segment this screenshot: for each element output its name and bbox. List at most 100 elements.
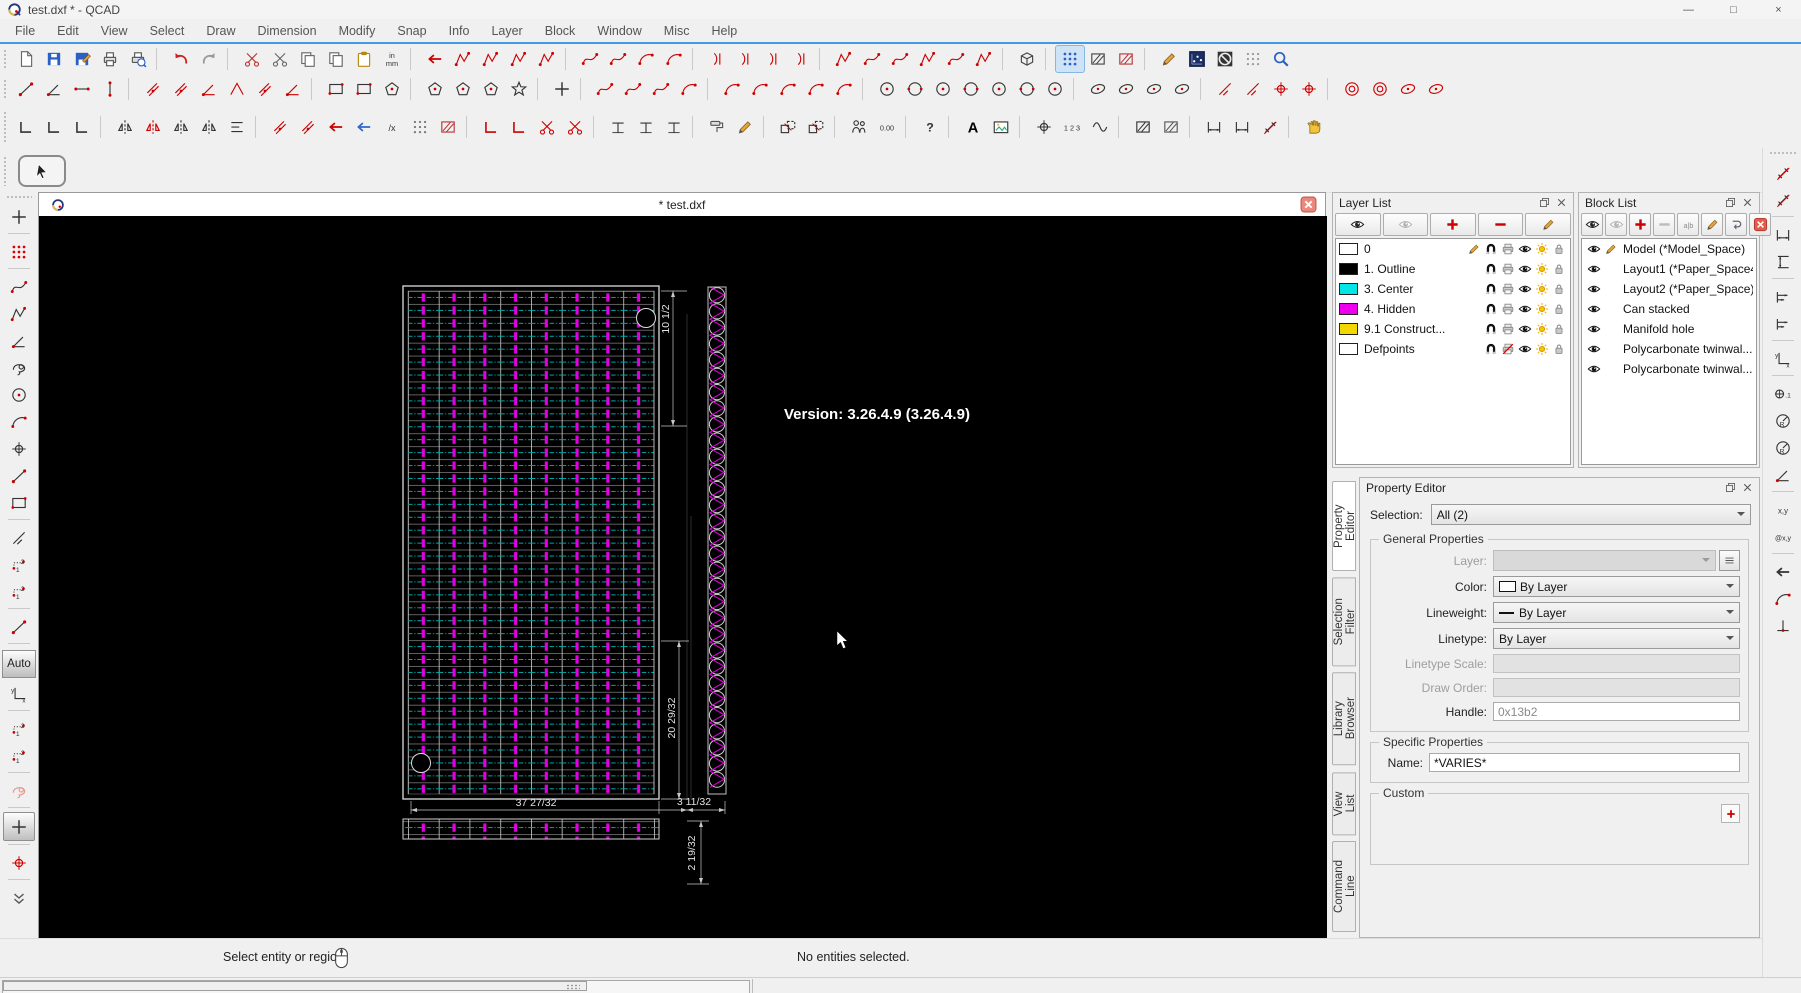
line-horizontal[interactable] [68, 76, 96, 102]
side-tab-command-line[interactable]: Command Line [1332, 841, 1356, 932]
remove-block[interactable] [1653, 213, 1675, 236]
polygon-side[interactable] [477, 76, 505, 102]
layer-row[interactable]: 0 [1336, 239, 1570, 259]
arc-tangent[interactable] [802, 76, 830, 102]
layer-lock-icon[interactable] [1550, 241, 1567, 257]
layer-on-off-sun-icon[interactable] [1533, 301, 1550, 317]
line-bisector[interactable] [195, 76, 223, 102]
layer-print-icon[interactable] [1499, 301, 1516, 317]
reverse-direction[interactable] [322, 114, 350, 140]
break-out-manual[interactable] [632, 114, 660, 140]
rename-block[interactable]: a|b [1677, 213, 1699, 236]
float-panel-icon[interactable] [1724, 481, 1738, 495]
circle-center-radius[interactable] [901, 76, 929, 102]
snap-auto-intersection[interactable] [4, 354, 34, 381]
cut[interactable] [238, 46, 266, 72]
ellipse-ring-arc[interactable] [1422, 76, 1450, 102]
circle-2-point-radius[interactable] [985, 76, 1013, 102]
linetype-combo[interactable]: By Layer [1493, 628, 1740, 649]
menu-file[interactable]: File [4, 21, 46, 41]
toolbar-drag-handle[interactable] [3, 79, 8, 100]
layer-on-off-sun-icon[interactable] [1533, 281, 1550, 297]
ring-center[interactable] [1366, 76, 1394, 102]
toolbar-drag-handle[interactable] [3, 49, 8, 70]
copy-with-reference[interactable] [322, 46, 350, 72]
property-editor-title-bar[interactable]: Property Editor [1360, 478, 1759, 497]
side-tab-view-list[interactable]: View List [1332, 772, 1356, 835]
toolbar-drag-handle[interactable] [3, 111, 8, 143]
curve-interpolation[interactable] [675, 76, 703, 102]
measure-area[interactable] [1256, 114, 1284, 140]
spline-insert-point[interactable] [942, 46, 970, 72]
polyline-delete-segments[interactable] [533, 46, 561, 72]
block-visibility-icon[interactable] [1585, 301, 1602, 317]
color-combo[interactable]: By Layer [1493, 576, 1740, 597]
dim-diametric[interactable]: R [1768, 434, 1798, 461]
add-custom-property-button[interactable] [1721, 804, 1740, 823]
move-references[interactable] [350, 114, 378, 140]
block-visibility-icon[interactable] [1585, 361, 1602, 377]
menu-edit[interactable]: Edit [46, 21, 90, 41]
dim-aligned[interactable] [1768, 159, 1798, 186]
zoom-tools[interactable] [1267, 46, 1295, 72]
block-row[interactable]: Polycarbonate twinwal... [1582, 339, 1756, 359]
dim-rotated[interactable] [1768, 186, 1798, 213]
dim-leader[interactable] [1768, 558, 1798, 585]
scrollbar-thumb[interactable] [3, 981, 587, 991]
layer-print-icon[interactable] [1499, 261, 1516, 277]
layer-snap-lock-icon[interactable] [1482, 281, 1499, 297]
block-row[interactable]: Polycarbonate twinwal... [1582, 359, 1756, 379]
ellipse-inscribed[interactable] [1168, 76, 1196, 102]
restrict-horizontal-1-2[interactable]: 12 [4, 715, 34, 742]
point-pole[interactable] [1295, 76, 1323, 102]
arc-3-points[interactable] [718, 76, 746, 102]
layer-print-icon[interactable] [1499, 281, 1516, 297]
layer-row[interactable]: 9.1 Construct... [1336, 319, 1570, 339]
snap-grid[interactable] [4, 238, 34, 265]
delete-table[interactable] [434, 114, 462, 140]
layer-on-off-sun-icon[interactable] [1533, 261, 1550, 277]
polyline-append-node[interactable] [477, 46, 505, 72]
line-parallel-through-point[interactable] [167, 76, 195, 102]
maximize-button[interactable]: □ [1711, 0, 1756, 19]
close-button[interactable]: × [1756, 0, 1801, 19]
layer-on-off-sun-icon[interactable] [1533, 341, 1550, 357]
layer-visibility-icon[interactable] [1516, 301, 1533, 317]
block-row[interactable]: Model (*Model_Space) [1582, 239, 1756, 259]
hatch-from-boundary[interactable] [1129, 114, 1157, 140]
layer-row[interactable]: Defpoints [1336, 339, 1570, 359]
mirror-keep[interactable] [139, 114, 167, 140]
layer-lock-icon[interactable] [1550, 281, 1567, 297]
offset[interactable] [266, 114, 294, 140]
star[interactable] [505, 76, 533, 102]
layer-snap-lock-icon[interactable] [1482, 321, 1499, 337]
hatch-solid[interactable] [1157, 114, 1185, 140]
what-is-this[interactable]: ? [916, 114, 944, 140]
snap-free[interactable] [4, 203, 34, 230]
stretch[interactable] [703, 114, 731, 140]
hatch[interactable] [1084, 46, 1112, 72]
print[interactable] [96, 46, 124, 72]
polygon-two-vertices[interactable] [421, 76, 449, 102]
print-preview[interactable] [124, 46, 152, 72]
unit-in-mm[interactable]: inmm [378, 46, 406, 72]
snap-perpendicular[interactable] [4, 381, 34, 408]
undo[interactable] [167, 46, 195, 72]
show-all-layers[interactable] [1335, 213, 1381, 236]
layer-visibility-icon[interactable] [1516, 321, 1533, 337]
dim-ordinate[interactable]: yx [1768, 345, 1798, 372]
modify-break-out[interactable] [1239, 76, 1267, 102]
dim-continue[interactable] [1768, 310, 1798, 337]
block-visibility[interactable] [1211, 46, 1239, 72]
polygon-center-vertex[interactable] [449, 76, 477, 102]
line-relative-angle[interactable] [251, 76, 279, 102]
spline-fit[interactable] [647, 76, 675, 102]
move-copy[interactable] [774, 114, 802, 140]
taper-open[interactable] [759, 46, 787, 72]
line-tangent[interactable] [279, 76, 307, 102]
decimals-0.00[interactable]: 0.00 [873, 114, 901, 140]
dim-vertical[interactable] [1768, 248, 1798, 275]
show-all-blocks[interactable] [1581, 213, 1603, 236]
menu-modify[interactable]: Modify [328, 21, 387, 41]
rectangle-size[interactable] [350, 76, 378, 102]
